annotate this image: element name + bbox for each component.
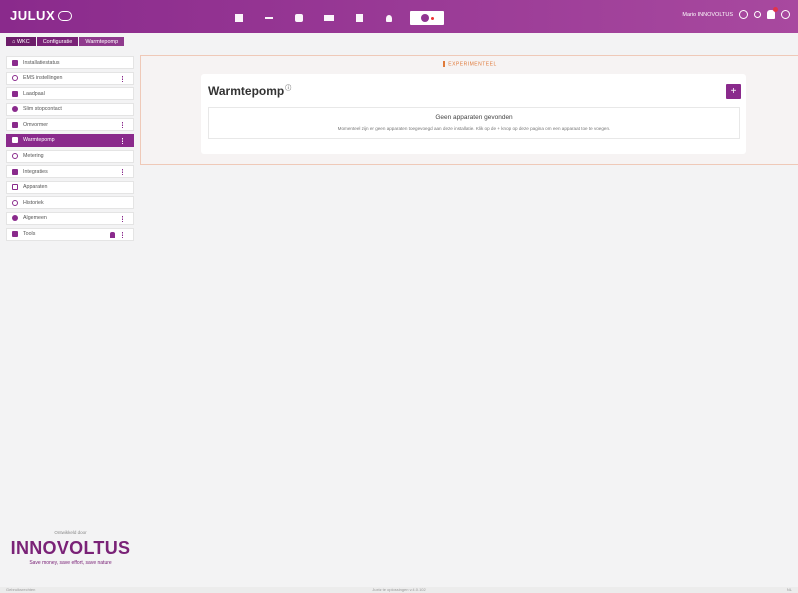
breadcrumb-configuratie[interactable]: Configuratie	[36, 37, 79, 46]
sidebar-item-installatiestatus[interactable]: Installatiestatus	[6, 56, 134, 69]
sidebar-item-integraties[interactable]: Integraties	[6, 165, 134, 179]
footer: Gebruiksrechten Juxtz te oplossingen v.4…	[0, 587, 798, 593]
top-bar: JULUX Mario INNOVOLTUS	[0, 0, 798, 33]
logo-mark-icon	[58, 10, 73, 21]
heatpump-icon	[12, 137, 18, 144]
empty-title: Geen apparaten gevonden	[435, 114, 513, 121]
person-icon	[110, 231, 115, 238]
empty-description: Momenteel zijn er geen apparaten toegevo…	[337, 126, 611, 131]
add-device-button[interactable]: +	[726, 84, 741, 99]
footer-version: Juxtz te oplossingen v.4.0.102	[372, 587, 426, 592]
breadcrumb-home[interactable]: ⌂ WKC	[6, 37, 36, 46]
empty-state: Geen apparaten gevonden Momenteel zijn e…	[208, 107, 740, 139]
app-logo[interactable]: JULUX	[10, 8, 73, 23]
notification-dot	[430, 16, 434, 20]
history-icon	[12, 199, 18, 206]
user-icon[interactable]	[739, 10, 748, 19]
main-nav	[224, 11, 444, 25]
sidebar-item-apparaten[interactable]: Apparaten	[6, 180, 134, 194]
devices-icon	[12, 184, 18, 191]
sidebar-item-laadpaal[interactable]: Laadpaal	[6, 87, 134, 101]
kebab-icon[interactable]	[121, 122, 123, 129]
gear-icon	[12, 215, 18, 222]
heatpump-card: Warmtepompⓘ + Geen apparaten gevonden Mo…	[201, 74, 746, 154]
user-name[interactable]: Mario INNOVOLTUS	[682, 12, 733, 18]
sidebar-item-warmtepomp[interactable]: Warmtepomp	[6, 133, 134, 147]
chart-icon[interactable]	[254, 11, 284, 25]
language-selector[interactable]: NL	[787, 587, 792, 592]
info-icon[interactable]: ⓘ	[285, 86, 291, 92]
main-panel: EXPERIMENTEEL Warmtepompⓘ + Geen apparat…	[140, 55, 798, 165]
brand-tagline: Save money, save effort, save nature	[29, 560, 112, 566]
bell-icon[interactable]	[767, 7, 778, 19]
brand-credit: Ontwikkeld door	[54, 530, 87, 535]
bulb-icon[interactable]	[374, 11, 404, 25]
help-icon[interactable]	[781, 10, 790, 19]
search-icon[interactable]	[754, 11, 761, 18]
kebab-icon[interactable]	[121, 75, 123, 82]
meter-icon[interactable]	[314, 11, 344, 25]
page-title: Warmtepompⓘ	[208, 84, 292, 98]
kebab-icon[interactable]	[121, 137, 123, 144]
sidebar-item-ems[interactable]: EMS instellingen	[6, 71, 134, 85]
brand-block: Ontwikkeld door INNOVOLTUS Save money, s…	[8, 530, 133, 566]
sidebar-item-metering[interactable]: Metering	[6, 149, 134, 163]
document-icon[interactable]	[344, 11, 374, 25]
metering-icon	[12, 153, 18, 160]
sidebar-item-historiek[interactable]: Historiek	[6, 196, 134, 210]
sidebar-item-algemeen[interactable]: Algemeen	[6, 211, 134, 225]
breadcrumb: ⌂ WKC Configuratie Warmtepomp	[6, 37, 125, 46]
inverter-icon	[12, 121, 18, 128]
sidebar-item-slim-stopcontact[interactable]: Slim stopcontact	[6, 102, 134, 116]
ems-icon	[12, 75, 18, 82]
sidebar: Installatiestatus EMS instellingen Laadp…	[6, 56, 134, 243]
charger-icon	[12, 90, 18, 97]
experimental-label: EXPERIMENTEEL	[141, 61, 798, 67]
user-area: Mario INNOVOLTUS	[682, 7, 790, 19]
sidebar-item-omvormer[interactable]: Omvormer	[6, 118, 134, 132]
puzzle-icon	[12, 168, 18, 175]
status-icon	[12, 59, 18, 66]
tools-icon	[12, 231, 18, 238]
kebab-icon[interactable]	[121, 215, 123, 222]
kebab-icon[interactable]	[121, 169, 123, 176]
sidebar-item-tools[interactable]: Tools	[6, 227, 134, 241]
plug-icon	[12, 106, 18, 113]
breadcrumb-warmtepomp: Warmtepomp	[79, 37, 125, 46]
warning-icon	[443, 61, 446, 67]
settings-icon[interactable]	[410, 11, 444, 25]
dashboard-icon[interactable]	[224, 11, 254, 25]
brand-name: INNOVOLTUS	[10, 538, 131, 558]
chat-icon[interactable]	[284, 11, 314, 25]
kebab-icon[interactable]	[121, 231, 123, 238]
